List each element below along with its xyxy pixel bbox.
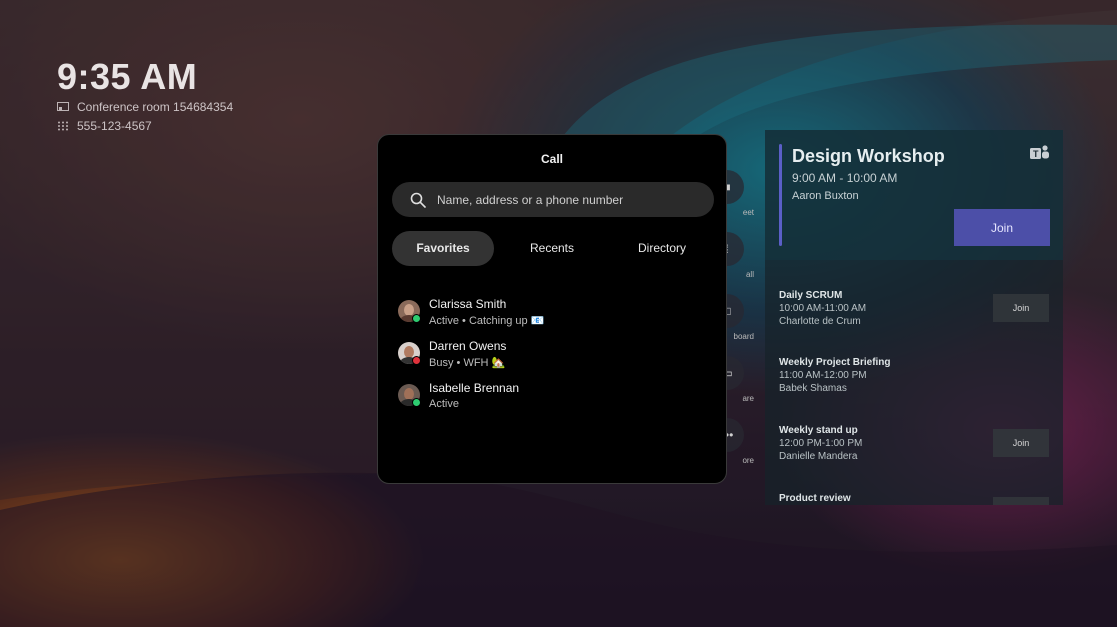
search-icon	[410, 192, 426, 208]
current-meeting-host: Aaron Buxton	[792, 190, 859, 202]
teams-icon: T	[1030, 144, 1050, 162]
meeting-title: Weekly Project Briefing	[779, 357, 891, 368]
dialog-title: Call	[540, 152, 563, 166]
phone-info: 555-123-4567	[57, 119, 152, 133]
meeting-host: Babek Shamas	[779, 383, 847, 394]
tab-directory[interactable]: Directory	[612, 231, 712, 266]
join-meeting-button[interactable]	[993, 497, 1049, 505]
meeting-item[interactable]: Product review	[779, 493, 851, 504]
contact-status: Active • Catching up 📧	[429, 315, 545, 327]
current-meeting-card: Design Workshop 9:00 AM - 10:00 AM Aaron…	[765, 130, 1063, 260]
search-field[interactable]	[392, 182, 714, 217]
meeting-accent-bar	[779, 144, 782, 246]
meetings-panel: Design Workshop 9:00 AM - 10:00 AM Aaron…	[765, 130, 1063, 505]
contact-item[interactable]: Darren Owens Busy • WFH 🏡	[398, 339, 698, 375]
meeting-title: Daily SCRUM	[779, 290, 843, 301]
screen-icon	[57, 102, 69, 112]
contact-name: Darren Owens	[429, 339, 507, 353]
meeting-time: 10:00 AM-11:00 AM	[779, 303, 867, 314]
contact-name: Clarissa Smith	[429, 297, 507, 311]
call-dialog: Call Favorites Recents Directory Clariss…	[377, 134, 727, 484]
contact-status: Active	[429, 398, 459, 410]
clock: 9:35 AM	[57, 56, 198, 97]
tab-recents[interactable]: Recents	[502, 231, 602, 266]
meeting-host: Charlotte de Crum	[779, 316, 861, 327]
meeting-title: Product review	[779, 493, 851, 504]
tab-favorites[interactable]: Favorites	[392, 231, 494, 266]
meeting-item[interactable]: Weekly stand up 12:00 PM-1:00 PM Daniell…	[779, 425, 862, 462]
search-input[interactable]	[435, 191, 709, 208]
room-name: Conference room 154684354	[77, 100, 234, 114]
presence-indicator	[412, 398, 421, 407]
join-meeting-button[interactable]: Join	[993, 429, 1049, 457]
call-tabs: Favorites Recents Directory	[392, 231, 714, 266]
presence-indicator	[412, 314, 421, 323]
phone-number: 555-123-4567	[77, 119, 152, 133]
contact-item[interactable]: Clarissa Smith Active • Catching up 📧	[398, 297, 698, 333]
join-current-meeting-button[interactable]: Join	[954, 209, 1050, 246]
join-meeting-button[interactable]: Join	[993, 294, 1049, 322]
svg-text:T: T	[1033, 149, 1039, 159]
contact-item[interactable]: Isabelle Brennan Active	[398, 381, 698, 417]
dialpad-icon	[57, 121, 69, 131]
contact-name: Isabelle Brennan	[429, 381, 520, 395]
current-meeting-title: Design Workshop	[792, 146, 945, 166]
meeting-host: Danielle Mandera	[779, 451, 858, 462]
presence-indicator	[412, 356, 421, 365]
meeting-item[interactable]: Daily SCRUM 10:00 AM-11:00 AM Charlotte …	[779, 290, 866, 327]
current-meeting-time: 9:00 AM - 10:00 AM	[792, 171, 898, 185]
meeting-item[interactable]: Weekly Project Briefing 11:00 AM-12:00 P…	[779, 357, 891, 394]
contact-status: Busy • WFH 🏡	[429, 357, 506, 369]
meeting-time: 11:00 AM-12:00 PM	[779, 370, 867, 381]
meeting-title: Weekly stand up	[779, 425, 858, 436]
meeting-time: 12:00 PM-1:00 PM	[779, 438, 863, 449]
room-info: Conference room 154684354	[57, 100, 233, 114]
